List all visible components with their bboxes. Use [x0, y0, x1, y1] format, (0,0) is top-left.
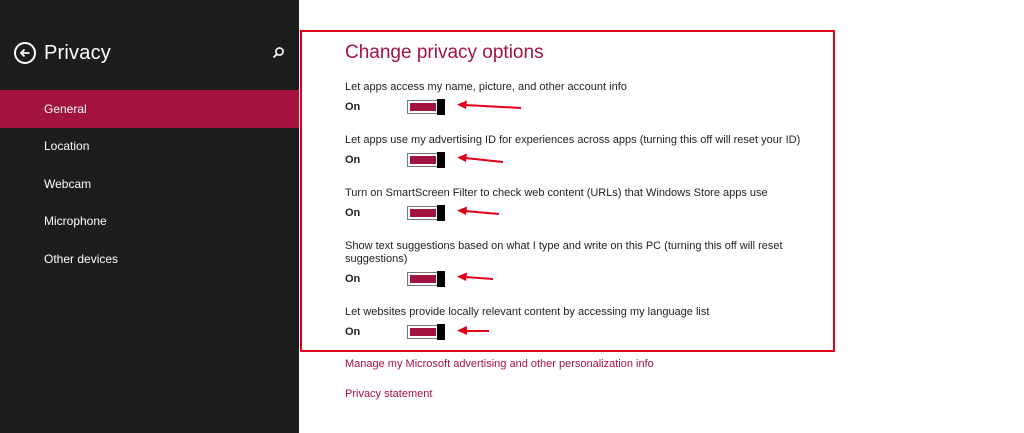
sidebar-item-general[interactable]: General [0, 90, 299, 128]
sidebar-nav: General Location Webcam Microphone Other… [0, 90, 299, 278]
setting-language-list: Let websites provide locally relevant co… [345, 306, 815, 340]
setting-description: Let websites provide locally relevant co… [345, 306, 710, 318]
setting-description: Turn on SmartScreen Filter to check web … [345, 187, 768, 199]
sidebar-item-webcam[interactable]: Webcam [0, 165, 299, 203]
search-icon [272, 47, 284, 59]
setting-text-suggestions: Show text suggestions based on what I ty… [345, 240, 815, 287]
sidebar-item-location[interactable]: Location [0, 128, 299, 166]
toggle-track [407, 206, 439, 220]
red-arrow-icon [457, 326, 489, 335]
toggle-thumb [437, 152, 445, 168]
red-arrow-icon [457, 100, 522, 109]
red-arrow-icon [457, 153, 504, 163]
toggle-row: On [345, 324, 815, 340]
red-arrow-icon [457, 206, 500, 215]
toggle-state-label: On [345, 207, 361, 219]
setting-advertising-id: Let apps use my advertising ID for exper… [345, 134, 815, 168]
toggle-track [407, 272, 439, 286]
toggle-row: On [345, 152, 815, 168]
toggle-thumb [437, 271, 445, 287]
smartscreen-filter-toggle[interactable] [407, 205, 446, 221]
privacy-settings-window: Privacy General Location Webcam Micropho… [0, 0, 1024, 433]
toggle-row: On [345, 99, 815, 115]
sidebar-item-other-devices[interactable]: Other devices [0, 240, 299, 278]
setting-account-info: Let apps access my name, picture, and ot… [345, 81, 815, 115]
sidebar-item-label: Location [44, 139, 90, 154]
toggle-track [407, 153, 439, 167]
back-button[interactable] [14, 42, 36, 64]
search-button[interactable] [270, 45, 286, 61]
toggle-state-label: On [345, 273, 361, 285]
page-title: Change privacy options [345, 42, 544, 63]
toggle-track [407, 100, 439, 114]
setting-smartscreen-filter: Turn on SmartScreen Filter to check web … [345, 187, 815, 221]
toggle-row: On [345, 205, 815, 221]
sidebar-item-microphone[interactable]: Microphone [0, 203, 299, 241]
manage-advertising-link[interactable]: Manage my Microsoft advertising and othe… [345, 358, 654, 370]
setting-description: Let apps use my advertising ID for exper… [345, 134, 801, 146]
sidebar-item-label: Microphone [44, 214, 107, 229]
sidebar: Privacy General Location Webcam Micropho… [0, 0, 299, 433]
toggle-state-label: On [345, 101, 361, 113]
privacy-statement-link[interactable]: Privacy statement [345, 388, 432, 400]
account-info-toggle[interactable] [407, 99, 446, 115]
setting-description: Let apps access my name, picture, and ot… [345, 81, 627, 93]
toggle-thumb [437, 99, 445, 115]
red-arrow-icon [457, 272, 494, 281]
sidebar-item-label: General [44, 101, 87, 116]
sidebar-title: Privacy [44, 41, 111, 64]
toggle-state-label: On [345, 154, 361, 166]
sidebar-header: Privacy [14, 39, 290, 67]
toggle-row: On [345, 271, 815, 287]
text-suggestions-toggle[interactable] [407, 271, 446, 287]
advertising-id-toggle[interactable] [407, 152, 446, 168]
toggle-thumb [437, 324, 445, 340]
language-list-toggle[interactable] [407, 324, 446, 340]
toggle-track [407, 325, 439, 339]
sidebar-item-label: Other devices [44, 251, 119, 266]
sidebar-item-label: Webcam [44, 176, 92, 191]
toggle-thumb [437, 205, 445, 221]
back-arrow-icon [19, 48, 30, 58]
toggle-state-label: On [345, 326, 361, 338]
setting-description: Show text suggestions based on what I ty… [345, 240, 783, 265]
